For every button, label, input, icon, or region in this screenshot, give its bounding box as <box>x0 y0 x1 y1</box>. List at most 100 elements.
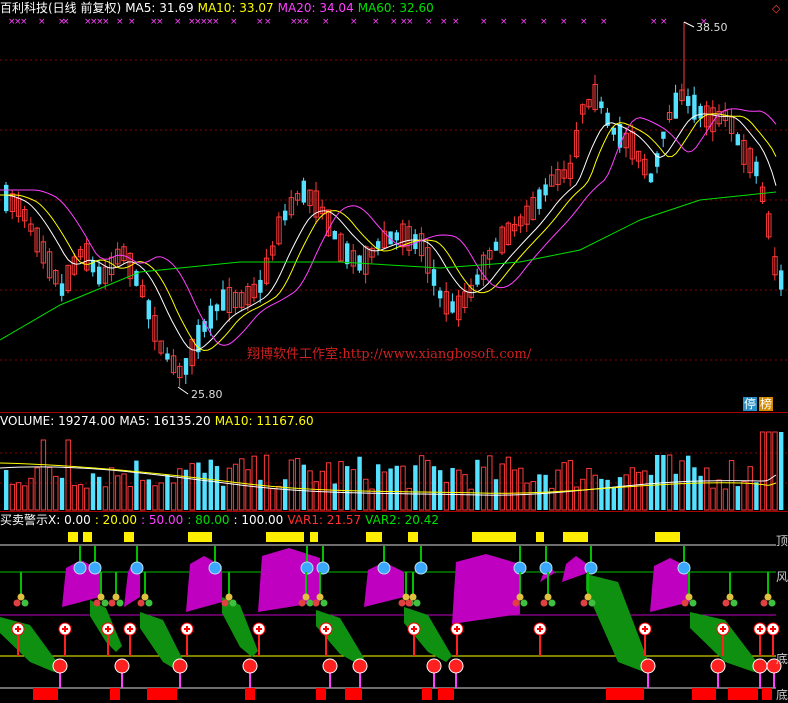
dot-cluster-icon <box>137 599 145 607</box>
top-signal-bar <box>408 532 418 542</box>
volume-bar <box>65 439 71 511</box>
magenta-band <box>452 554 520 624</box>
watermark: 翔博软件工作室:http://www.xiangbosoft.com/ <box>247 347 532 362</box>
volume-bar <box>648 474 654 510</box>
volume-bar <box>139 479 146 511</box>
ma10-value: MA10: 33.07 <box>197 1 274 15</box>
volume-bar <box>722 488 729 511</box>
top-signal-bar <box>188 532 212 542</box>
marker-x: × <box>520 17 528 27</box>
volume-bar <box>716 479 722 511</box>
candle-body <box>686 96 691 106</box>
marker-x: × <box>425 17 433 27</box>
volume-bar <box>108 467 115 511</box>
dot-cluster-icon <box>726 593 734 601</box>
indicator-var2: VAR2: 20.42 <box>365 513 440 527</box>
dot-cluster-icon <box>722 599 730 607</box>
volume-bar <box>450 467 455 510</box>
ting-button[interactable]: 停 <box>743 397 758 411</box>
dot-cluster-icon <box>764 593 772 601</box>
indicator-chart[interactable] <box>0 512 788 702</box>
price-panel[interactable]: 百利科技(日线 前复权) MA5: 31.69 MA10: 33.07 MA20: 3… <box>0 0 788 412</box>
top-signal-bar <box>563 532 588 542</box>
blue-ball-icon <box>88 561 102 575</box>
dot-cluster-icon <box>13 599 21 607</box>
candle-body <box>221 289 226 311</box>
stock-name: 百利科技(日线 前复权) <box>0 1 122 15</box>
volume-bar <box>258 479 263 510</box>
bottom-signal-bar <box>438 688 454 700</box>
volume-bar <box>605 479 610 510</box>
volume-bar <box>170 482 177 511</box>
volume-bar <box>350 469 357 511</box>
price-header: 百利科技(日线 前复权) MA5: 31.69 MA10: 33.07 MA20: 3… <box>0 0 438 16</box>
marker-x: × <box>256 17 264 27</box>
candle-body <box>493 241 499 251</box>
candle-body <box>648 173 654 183</box>
marker-x: × <box>174 17 182 27</box>
volume-bar <box>294 458 301 511</box>
volume-bar <box>245 469 251 511</box>
indicator-panel[interactable]: 买卖警示X: 0.00: 20.00: 50.00: 80.00: 100.00… <box>0 512 788 702</box>
top-signal-bar <box>310 532 318 542</box>
volume-bar <box>629 467 636 511</box>
marker-x: × <box>440 17 448 27</box>
candle-body <box>754 161 759 177</box>
candle-body <box>59 283 65 296</box>
volume-bar <box>635 471 642 511</box>
dot-cluster-icon <box>409 593 417 601</box>
marker-x: × <box>372 17 380 27</box>
ma5-line <box>0 113 777 351</box>
volume-header: VOLUME: 19274.00 MA5: 16135.20 MA10: 11167… <box>0 413 318 429</box>
dot-cluster-icon <box>316 593 324 601</box>
dot-cluster-icon <box>116 599 124 607</box>
marker-x: × <box>540 17 548 27</box>
bottom-signal-bar <box>692 688 716 700</box>
top-signal-bar <box>83 532 92 542</box>
volume-bar <box>611 487 616 510</box>
dot-cluster-icon <box>540 599 548 607</box>
volume-ma5-line <box>0 466 777 496</box>
red-ball-icon <box>448 658 464 674</box>
top-signal-bar <box>266 532 304 542</box>
volume-bar <box>319 470 326 511</box>
dot-cluster-icon <box>221 599 229 607</box>
bottom-signal-bar <box>110 688 120 700</box>
volume-bar <box>121 473 127 511</box>
dot-cluster-icon <box>580 599 588 607</box>
red-ball-icon <box>426 658 442 674</box>
red-ball-icon <box>242 658 258 674</box>
marker-x: × <box>102 17 110 27</box>
blue-ball-icon <box>73 561 87 575</box>
bottom-signal-bar <box>728 688 758 700</box>
volume-bar <box>692 467 697 510</box>
volume-bar <box>158 482 164 511</box>
volume-panel[interactable]: VOLUME: 19274.00 MA5: 16135.20 MA10: 11167… <box>0 413 788 511</box>
volume-bar <box>679 460 685 511</box>
volume-bar <box>208 459 213 510</box>
candle-body <box>543 184 548 196</box>
ma60-value: MA60: 32.60 <box>357 1 434 15</box>
bottom-signal-bar <box>245 688 255 700</box>
volume-bar <box>40 439 47 511</box>
bottom-signal-bar <box>762 688 772 700</box>
volume-ma10-value: MA10: 11167.60 <box>214 414 314 428</box>
volume-bar <box>226 467 233 511</box>
label-bottom-2: 底 <box>776 688 788 702</box>
volume-bar <box>475 459 480 510</box>
blue-ball-icon <box>584 561 598 575</box>
volume-bar <box>283 479 288 510</box>
ma20-line <box>0 108 777 346</box>
volume-bar <box>400 465 406 511</box>
candle-body <box>146 300 151 320</box>
bang-button[interactable]: 榜 <box>759 397 774 411</box>
marker-x: × <box>406 17 414 27</box>
candle-body <box>376 241 381 249</box>
dot-cluster-icon <box>97 593 105 601</box>
dot-cluster-icon <box>225 593 233 601</box>
volume-bar <box>9 483 16 511</box>
dot-cluster-icon <box>229 599 237 607</box>
bottom-signal-bar <box>316 688 326 700</box>
dot-cluster-icon <box>681 599 689 607</box>
volume-bar <box>214 466 220 510</box>
